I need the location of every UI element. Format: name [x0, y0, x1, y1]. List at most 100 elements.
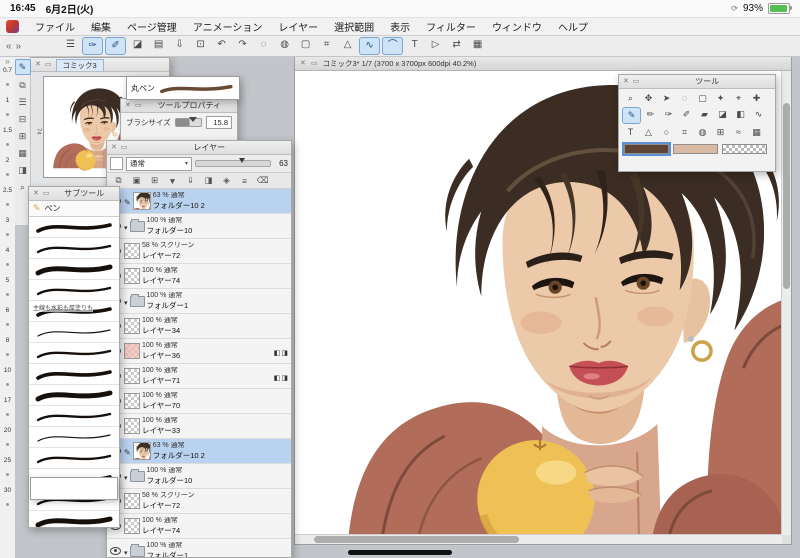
subtool-item[interactable]	[29, 406, 119, 427]
panel-story-icon[interactable]: ☰	[16, 95, 30, 109]
transfer-down-icon[interactable]: ▼	[164, 174, 181, 187]
layer-row[interactable]: 100 % 通常 レイヤー70	[107, 389, 291, 414]
subtool-item[interactable]	[29, 448, 119, 469]
menu-filter[interactable]: フィルター	[418, 19, 484, 34]
close-icon[interactable]: ✕	[623, 78, 629, 85]
layer-row[interactable]: 100 % 通常 フォルダー1	[107, 539, 291, 557]
pen-tool-icon[interactable]: ✑	[82, 37, 104, 55]
wand-tool-icon[interactable]: ✦	[712, 91, 729, 106]
clip-studio-logo[interactable]	[6, 20, 19, 33]
collapse-left-icon[interactable]: «	[6, 41, 12, 52]
brush-size-2[interactable]: 2	[3, 157, 12, 187]
brush-size-0-7[interactable]: 0.7	[3, 67, 12, 97]
grid-tool-icon[interactable]: ▦	[748, 125, 765, 140]
subtool-item[interactable]	[29, 238, 119, 259]
close-icon[interactable]: ✕	[35, 61, 41, 68]
edit-pen-icon[interactable]: ✎	[14, 59, 31, 75]
palette-color-button[interactable]	[110, 157, 123, 170]
blend-tool-icon[interactable]: ◧	[732, 107, 749, 122]
navigator-tab[interactable]: コミック3	[55, 58, 104, 71]
brush-size-17[interactable]: 17	[3, 397, 12, 427]
visibility-eye-icon[interactable]	[110, 547, 121, 555]
minimize-icon[interactable]: ▭	[43, 190, 50, 197]
undo-icon[interactable]: ↶	[212, 37, 231, 53]
balloon-tool-icon[interactable]: ○	[658, 125, 675, 140]
layer-mask-icon[interactable]: ◨	[200, 174, 217, 187]
brush-size-4[interactable]: 4	[3, 247, 12, 277]
subtool-item[interactable]	[29, 385, 119, 406]
menu-layer[interactable]: レイヤー	[270, 19, 326, 34]
subtool-item[interactable]: 主線も水彩も厚塗りも	[29, 301, 119, 322]
vertical-scrollbar[interactable]	[781, 71, 791, 535]
opacity-slider[interactable]	[195, 160, 271, 167]
brush-size-6[interactable]: 6	[3, 307, 12, 337]
subtool-item[interactable]	[29, 427, 119, 448]
layer-row[interactable]: 100 % 通常 レイヤー74	[107, 264, 291, 289]
close-icon[interactable]: ✕	[125, 102, 131, 109]
marquee-tool-icon[interactable]: ▢	[694, 91, 711, 106]
crop-icon[interactable]: ▢	[296, 37, 315, 53]
brush-size-8[interactable]: 8	[3, 337, 12, 367]
brush-size-5[interactable]: 5	[3, 277, 12, 307]
expand-caret-icon[interactable]	[124, 467, 128, 485]
close-icon[interactable]: ✕	[33, 190, 39, 197]
layer-row[interactable]: 100 % 通常 フォルダー10	[107, 214, 291, 239]
brush-tool-icon[interactable]: ✑	[660, 107, 677, 122]
fill-tool-icon[interactable]: ⊞	[712, 125, 729, 140]
brush-preview-popup[interactable]: 丸ペン	[126, 76, 240, 100]
blend-mode-select[interactable]: 通常 ▾	[126, 156, 192, 171]
decoration-tool-icon[interactable]: ▰	[696, 107, 713, 122]
subtool-item[interactable]	[29, 217, 119, 238]
new-folder-icon[interactable]: ⊞	[146, 174, 163, 187]
brush-size-30[interactable]: 30	[3, 487, 12, 517]
zoom-tool-icon[interactable]: ⌕	[622, 91, 639, 106]
flip-icon[interactable]: ⇄	[447, 37, 466, 53]
text-tool-icon[interactable]: T	[622, 125, 639, 140]
canvas-title-bar[interactable]: ✕ ▭ コミック3* 1/7 (3700 x 3700px 600dpi 40.…	[295, 57, 791, 71]
panel-grid-icon[interactable]: ▦	[16, 146, 30, 160]
export-icon[interactable]: ⊡	[191, 37, 210, 53]
layer-row[interactable]: 63 % 通常 フォルダー10 2	[107, 189, 291, 214]
main-color-swatch[interactable]	[622, 142, 671, 156]
expand-caret-icon[interactable]	[124, 217, 128, 235]
collapse-right-icon[interactable]: »	[16, 41, 22, 52]
menu-animation[interactable]: アニメーション	[185, 19, 271, 34]
pen-tool-icon[interactable]: ✎	[622, 107, 641, 124]
curve-tool-icon[interactable]: ⌒	[382, 37, 404, 55]
layer-row[interactable]: 100 % 通常 レイヤー71	[107, 364, 291, 389]
minimize-icon[interactable]: ▭	[45, 61, 52, 68]
polyline-tool-icon[interactable]: ∿	[359, 37, 381, 55]
menu-edit[interactable]: 編集	[83, 19, 119, 34]
minimize-icon[interactable]: ▭	[311, 60, 318, 67]
liquify-tool-icon[interactable]: ≈	[730, 125, 747, 140]
eraser-tool-icon[interactable]: ◪	[714, 107, 731, 122]
move-tool-icon[interactable]: ✥	[640, 91, 657, 106]
frame-border-tool-icon[interactable]: ⌗	[676, 125, 693, 140]
layer-row[interactable]: 58 % スクリーン レイヤー72	[107, 489, 291, 514]
lasso-tool-icon[interactable]: ◌	[676, 91, 693, 106]
subtool-item[interactable]	[29, 364, 119, 385]
layer-row[interactable]: 63 % 通常 フォルダー10 2	[107, 439, 291, 464]
panel-paste-icon[interactable]: ⊞	[16, 129, 30, 143]
grid-icon[interactable]: ▦	[468, 37, 487, 53]
new-layer-icon[interactable]: ▣	[128, 174, 145, 187]
object-tool-icon[interactable]: ➤	[658, 91, 675, 106]
transparent-color-swatch[interactable]	[722, 144, 767, 154]
minimize-icon[interactable]: ▭	[135, 102, 142, 109]
combine-down-icon[interactable]: ⇓	[182, 174, 199, 187]
brush-size-value[interactable]: 15.8	[206, 116, 232, 129]
layer-row[interactable]: 100 % 通常 レイヤー34	[107, 314, 291, 339]
text-tool-icon[interactable]: T	[405, 37, 424, 53]
play-icon[interactable]: ▷	[426, 37, 445, 53]
lock-layer-icon[interactable]: ◈	[218, 174, 235, 187]
subtool-item[interactable]	[29, 322, 119, 343]
watercolor-tool-icon[interactable]: ✐	[678, 107, 695, 122]
expand-caret-icon[interactable]	[124, 292, 128, 310]
panel-mask-icon[interactable]: ◨	[16, 163, 30, 177]
collapsed-palette-box[interactable]	[30, 477, 118, 500]
redo-icon[interactable]: ↷	[233, 37, 252, 53]
menu-page-manage[interactable]: ページ管理	[119, 19, 185, 34]
operation-tool-icon[interactable]: ✚	[748, 91, 765, 106]
sub-color-swatch[interactable]	[673, 144, 718, 154]
delete-layer-icon[interactable]: ⌫	[254, 174, 271, 187]
